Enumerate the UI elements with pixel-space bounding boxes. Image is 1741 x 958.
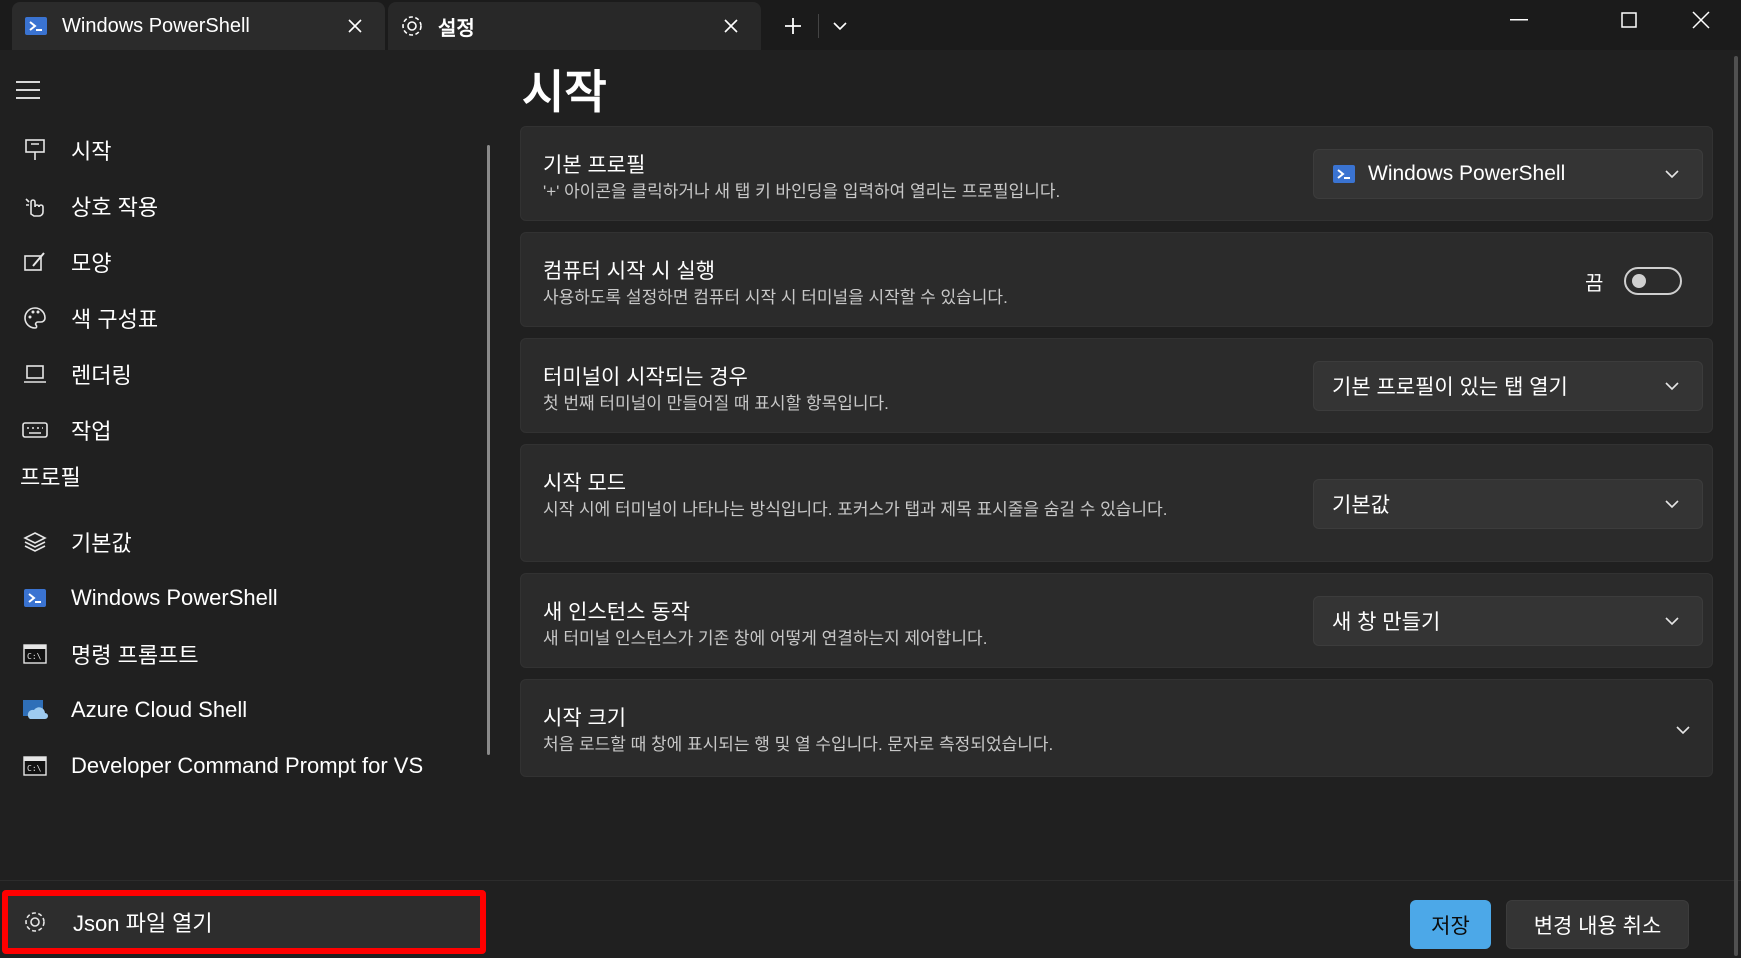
gear-icon	[20, 907, 50, 937]
close-window-button[interactable]	[1669, 0, 1733, 40]
title-bar: Windows PowerShell 설정	[0, 0, 1741, 50]
discard-changes-button[interactable]: 변경 내용 취소	[1506, 900, 1689, 949]
cmd-icon: C:\	[20, 639, 50, 669]
setting-title: 시작 크기	[543, 707, 627, 730]
sidebar-item-developer-command-prompt[interactable]: C:\ Developer Command Prompt for VS 20	[0, 740, 470, 792]
setting-description: 처음 로드할 때 창에 표시되는 행 및 열 수입니다. 문자로 측정되었습니다…	[543, 735, 1054, 754]
close-icon	[1692, 11, 1710, 29]
cmd-icon: C:\	[20, 751, 50, 781]
tab-dropdown-button[interactable]	[822, 6, 858, 46]
setting-card-launch-on-startup: 컴퓨터 시작 시 실행 사용하도록 설정하면 컴퓨터 시작 시 터미널을 시작할…	[520, 232, 1713, 327]
gear-icon	[400, 14, 424, 38]
setting-description: 첫 번째 터미널이 만들어질 때 표시할 항목입니다.	[543, 394, 889, 413]
setting-title: 컴퓨터 시작 시 실행	[543, 260, 716, 283]
setting-title: 시작 모드	[543, 472, 627, 495]
keyboard-icon	[20, 415, 50, 445]
startup-icon	[20, 135, 50, 165]
chevron-down-icon	[1660, 374, 1684, 398]
sidebar-item-azure-cloud-shell[interactable]: Azure Cloud Shell	[0, 684, 470, 736]
setting-card-when-terminal-starts: 터미널이 시작되는 경우 첫 번째 터미널이 만들어질 때 표시할 항목입니다.…	[520, 338, 1713, 433]
layers-icon	[20, 527, 50, 557]
default-profile-dropdown[interactable]: Windows PowerShell	[1313, 149, 1703, 199]
main-scrollbar[interactable]	[1734, 56, 1738, 956]
chevron-down-icon	[833, 22, 847, 31]
sidebar: 시작 상호 작용 모양 색 구성표 렌더링 작업 프로필 기본값 Windows…	[0, 50, 490, 958]
palette-icon	[20, 303, 50, 333]
setting-card-launch-size[interactable]: 시작 크기 처음 로드할 때 창에 표시되는 행 및 열 수입니다. 문자로 측…	[520, 679, 1713, 777]
new-instance-behavior-dropdown[interactable]: 새 창 만들기	[1313, 596, 1703, 646]
when-terminal-starts-dropdown[interactable]: 기본 프로필이 있는 탭 열기	[1313, 361, 1703, 411]
powershell-icon	[1332, 162, 1356, 186]
sidebar-item-appearance[interactable]: 모양	[0, 236, 470, 288]
plus-icon	[785, 18, 801, 34]
chevron-down-icon[interactable]	[1671, 718, 1695, 742]
tab-label: 설정	[438, 17, 475, 40]
sidebar-item-command-prompt[interactable]: C:\ 명령 프롬프트	[0, 628, 470, 680]
tab-windows-powershell[interactable]: Windows PowerShell	[12, 2, 385, 50]
maximize-icon	[1621, 12, 1637, 28]
svg-text:C:\: C:\	[27, 764, 42, 773]
sidebar-item-windows-powershell[interactable]: Windows PowerShell	[0, 572, 470, 624]
chevron-down-icon	[1660, 492, 1684, 516]
maximize-button[interactable]	[1597, 0, 1661, 40]
open-json-file-button[interactable]: Json 파일 열기	[2, 890, 486, 954]
appearance-icon	[20, 247, 50, 277]
close-tab-icon[interactable]	[711, 6, 751, 46]
sidebar-item-color-schemes[interactable]: 색 구성표	[0, 292, 470, 344]
setting-card-launch-mode: 시작 모드 시작 시에 터미널이 나타나는 방식입니다. 포커스가 탭과 제목 …	[520, 444, 1713, 562]
svg-text:C:\: C:\	[27, 652, 42, 661]
toggle-state-label: 끔	[1585, 273, 1604, 295]
azure-icon	[20, 695, 50, 725]
setting-description: 사용하도록 설정하면 컴퓨터 시작 시 터미널을 시작할 수 있습니다.	[543, 288, 1008, 307]
hamburger-menu-icon[interactable]	[16, 72, 52, 108]
sidebar-item-rendering[interactable]: 렌더링	[0, 348, 470, 400]
launch-mode-dropdown[interactable]: 기본값	[1313, 479, 1703, 529]
setting-title: 새 인스턴스 동작	[543, 601, 690, 624]
interaction-icon	[20, 191, 50, 221]
minimize-icon	[1510, 19, 1528, 21]
setting-card-default-profile: 기본 프로필 '+' 아이콘을 클릭하거나 새 탭 키 바인딩을 입력하여 열리…	[520, 126, 1713, 221]
setting-description: '+' 아이콘을 클릭하거나 새 탭 키 바인딩을 입력하여 열리는 프로필입니…	[543, 182, 1061, 201]
setting-title: 기본 프로필	[543, 154, 646, 177]
profiles-section-header: 프로필	[20, 465, 81, 490]
sidebar-item-defaults[interactable]: 기본값	[0, 516, 470, 568]
sidebar-scrollbar[interactable]	[487, 145, 490, 755]
chevron-down-icon	[1660, 162, 1684, 186]
new-tab-button[interactable]	[773, 6, 813, 46]
tab-separator	[818, 14, 819, 38]
setting-description: 시작 시에 터미널이 나타나는 방식입니다. 포커스가 탭과 제목 표시줄을 숨…	[543, 500, 1168, 519]
sidebar-item-startup[interactable]: 시작	[0, 124, 470, 176]
setting-description: 새 터미널 인스턴스가 기존 창에 어떻게 연결하는지 제어합니다.	[543, 629, 988, 648]
chevron-down-icon	[1660, 609, 1684, 633]
page-title: 시작	[522, 66, 607, 118]
tab-label: Windows PowerShell	[62, 14, 250, 37]
save-button[interactable]: 저장	[1410, 900, 1491, 949]
tab-settings[interactable]: 설정	[388, 2, 761, 50]
minimize-button[interactable]	[1487, 0, 1551, 40]
setting-title: 터미널이 시작되는 경우	[543, 366, 748, 389]
sidebar-item-interaction[interactable]: 상호 작용	[0, 180, 470, 232]
launch-on-startup-toggle[interactable]	[1624, 267, 1682, 295]
sidebar-item-actions[interactable]: 작업	[0, 404, 470, 456]
rendering-icon	[20, 359, 50, 389]
close-tab-icon[interactable]	[335, 6, 375, 46]
powershell-icon	[24, 14, 48, 38]
powershell-icon	[20, 583, 50, 613]
setting-card-new-instance-behavior: 새 인스턴스 동작 새 터미널 인스턴스가 기존 창에 어떻게 연결하는지 제어…	[520, 573, 1713, 668]
footer-divider	[0, 880, 1741, 881]
